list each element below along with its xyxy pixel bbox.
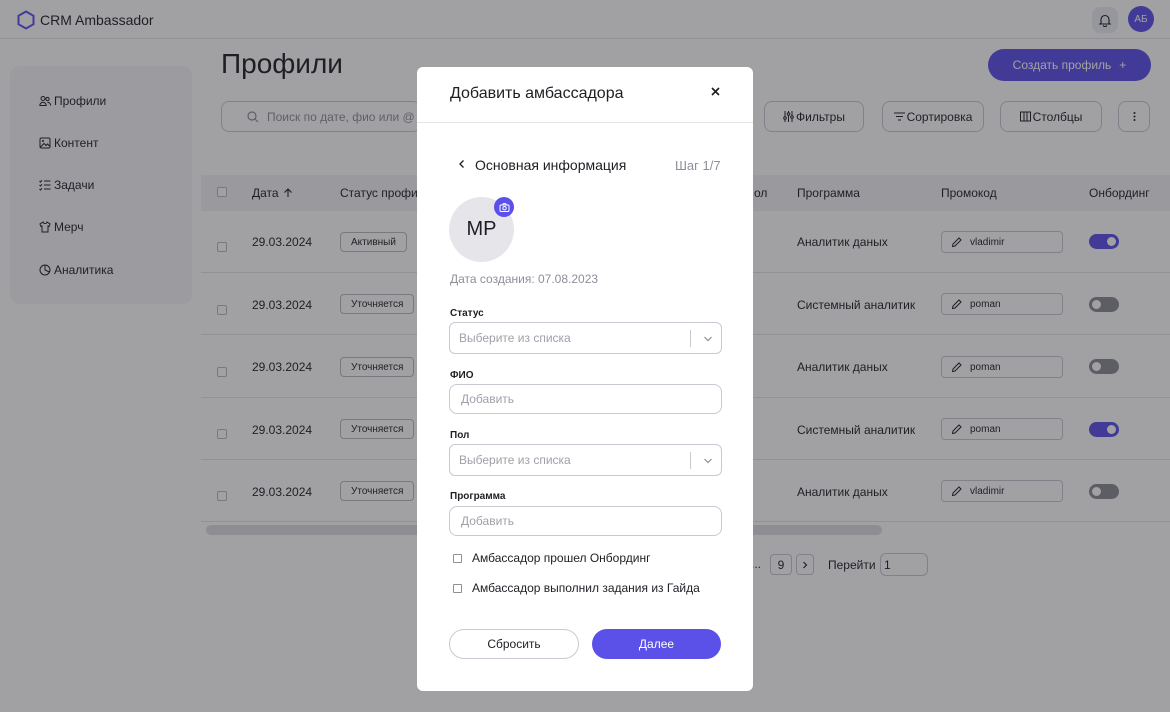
camera-icon bbox=[499, 202, 509, 212]
name-label: ФИО bbox=[450, 370, 474, 381]
guide-tasks-checkbox-label: Амбассадор выполнил задания из Гайда bbox=[472, 581, 700, 595]
status-placeholder: Выберите из списка bbox=[459, 331, 571, 345]
add-ambassador-modal: Добавить амбассадора Основная информация… bbox=[417, 67, 753, 691]
onboarding-checkbox-row[interactable]: Амбассадор прошел Онбординг bbox=[453, 551, 650, 565]
chevron-down-icon bbox=[704, 336, 712, 342]
next-button[interactable]: Далее bbox=[592, 629, 721, 659]
gender-placeholder: Выберите из списка bbox=[459, 453, 571, 467]
section-title: Основная информация bbox=[475, 157, 627, 173]
close-icon bbox=[710, 86, 720, 96]
gender-select[interactable]: Выберите из списка bbox=[449, 444, 722, 476]
program-placeholder: Добавить bbox=[461, 514, 515, 528]
gender-label: Пол bbox=[450, 430, 470, 441]
name-field[interactable]: Добавить bbox=[449, 384, 722, 414]
onboarding-checkbox-label: Амбассадор прошел Онбординг bbox=[472, 551, 651, 565]
status-select[interactable]: Выберите из списка bbox=[449, 322, 722, 354]
reset-button[interactable]: Сбросить bbox=[449, 629, 579, 659]
chevron-left-icon[interactable] bbox=[457, 159, 467, 169]
creation-date: Дата создания: 07.08.2023 bbox=[450, 272, 599, 286]
chevron-down-icon bbox=[704, 458, 712, 464]
onboarding-checkbox[interactable] bbox=[453, 553, 462, 563]
modal-header: Добавить амбассадора bbox=[417, 67, 753, 123]
close-button[interactable] bbox=[707, 83, 723, 99]
guide-tasks-checkbox[interactable] bbox=[453, 583, 462, 593]
program-field[interactable]: Добавить bbox=[449, 506, 722, 536]
select-divider bbox=[690, 330, 691, 347]
select-divider bbox=[690, 452, 691, 469]
program-label: Программа bbox=[450, 491, 506, 502]
guide-checkbox-row[interactable]: Амбассадор выполнил задания из Гайда bbox=[453, 581, 700, 595]
upload-photo-button[interactable] bbox=[494, 197, 514, 217]
step-indicator: Шаг 1/7 bbox=[675, 158, 721, 173]
name-placeholder: Добавить bbox=[461, 392, 515, 406]
status-label: Статус bbox=[450, 308, 484, 319]
modal-title: Добавить амбассадора bbox=[450, 85, 624, 102]
